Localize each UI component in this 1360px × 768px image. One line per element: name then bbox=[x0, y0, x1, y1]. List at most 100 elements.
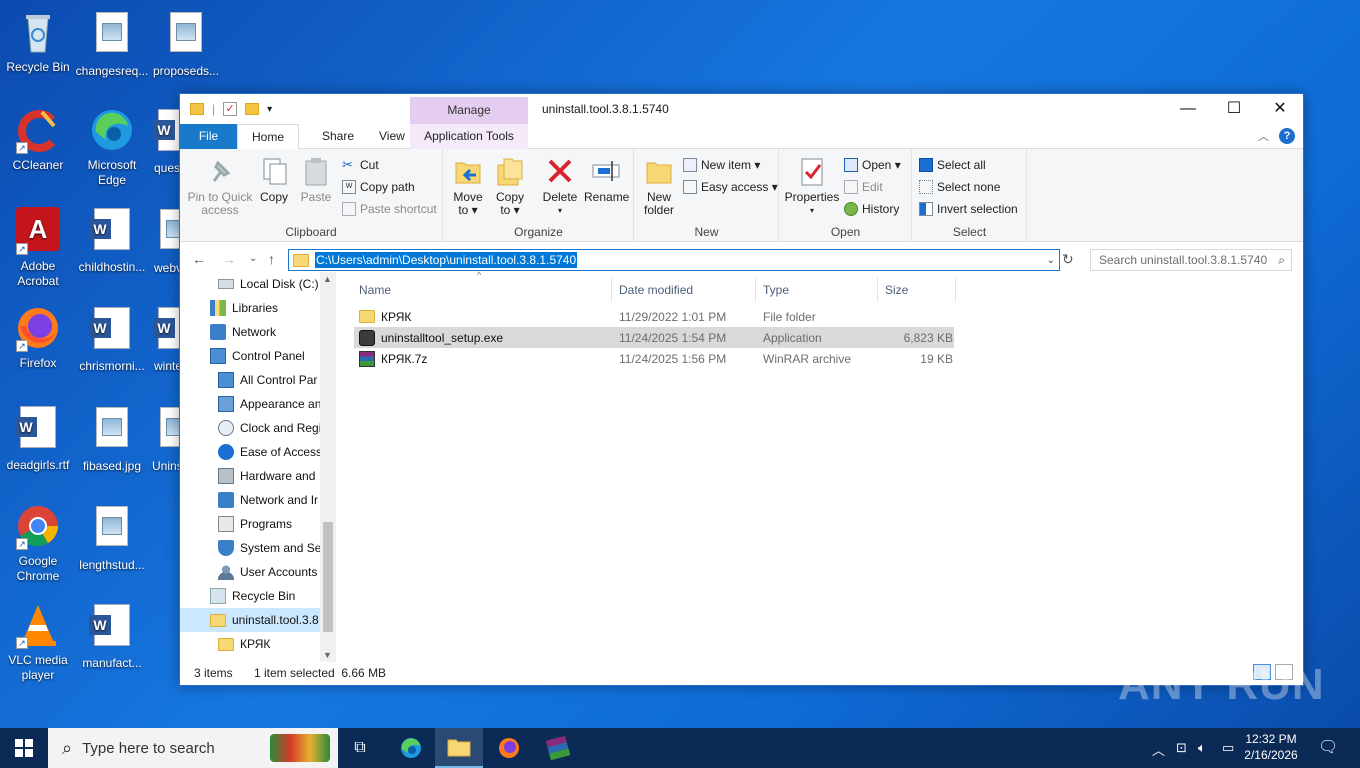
properties-check-icon[interactable]: ✓ bbox=[223, 102, 238, 116]
easy-access-button[interactable]: Easy access ▾ bbox=[683, 177, 778, 197]
back-arrow-icon[interactable]: ← bbox=[192, 251, 206, 267]
desktop-icon-acrobat[interactable]: A ↗ Adobe Acrobat bbox=[0, 205, 76, 289]
file-row[interactable]: uninstalltool_setup.exe 11/24/2025 1:54 … bbox=[354, 327, 954, 348]
nav-item-all-control-panel[interactable]: All Control Par bbox=[180, 368, 336, 392]
scroll-up-icon[interactable]: ▲ bbox=[323, 274, 332, 284]
folder-icon[interactable] bbox=[190, 103, 204, 115]
nav-item-user-accounts[interactable]: User Accounts bbox=[180, 560, 336, 584]
search-input[interactable]: Search uninstall.tool.3.8.1.5740 ⌕ bbox=[1090, 249, 1292, 271]
move-to-button[interactable]: Move to ▾ bbox=[448, 155, 488, 217]
desktop-icon-deadgirls[interactable]: W deadgirls.rtf bbox=[0, 403, 76, 473]
new-item-button[interactable]: New item ▾ bbox=[683, 155, 760, 175]
desktop-icon-vlc[interactable]: ↗ VLC media player bbox=[0, 601, 76, 683]
column-header-size[interactable]: Size bbox=[878, 278, 956, 302]
paste-shortcut-button[interactable]: Paste shortcut bbox=[342, 199, 437, 219]
desktop-icon-lengthstud[interactable]: lengthstud... bbox=[74, 502, 150, 573]
chevron-down-icon[interactable]: ⌄ bbox=[1047, 255, 1055, 266]
desktop-icon-recycle-bin[interactable]: Recycle Bin bbox=[0, 8, 76, 75]
address-path[interactable]: C:\Users\admin\Desktop\uninstall.tool.3.… bbox=[315, 252, 578, 268]
notifications-icon[interactable]: 🗨︎ bbox=[1318, 737, 1338, 757]
desktop-icon-manufact[interactable]: W manufact... bbox=[74, 601, 150, 671]
tab-home[interactable]: Home bbox=[237, 124, 300, 150]
show-hidden-icons[interactable]: ︿ bbox=[1152, 740, 1165, 759]
manage-contextual-tab[interactable]: Manage bbox=[410, 97, 528, 124]
minimize-button[interactable]: — bbox=[1165, 94, 1211, 124]
open-button[interactable]: Open ▾ bbox=[844, 155, 901, 175]
desktop-icon-changesreq[interactable]: changesreq... bbox=[74, 8, 150, 79]
desktop-icon-chrome[interactable]: ↗ Google Chrome bbox=[0, 502, 76, 584]
nav-item-kryak[interactable]: КРЯК bbox=[180, 632, 336, 656]
copy-button[interactable]: Copy bbox=[254, 155, 294, 204]
nav-item-ease-of-access[interactable]: Ease of Access bbox=[180, 440, 336, 464]
copy-to-button[interactable]: Copy to ▾ bbox=[490, 155, 530, 217]
invert-selection-button[interactable]: Invert selection bbox=[919, 199, 1018, 219]
desktop-icon-winte[interactable]: W winte bbox=[148, 304, 180, 374]
properties-button[interactable]: Properties ▾ bbox=[784, 155, 840, 217]
help-icon[interactable]: ? bbox=[1279, 128, 1295, 144]
taskbar-firefox[interactable] bbox=[485, 728, 533, 768]
desktop-icon-unins[interactable]: Unins bbox=[148, 403, 180, 474]
forward-arrow-icon[interactable]: → bbox=[222, 251, 236, 267]
collapse-ribbon-icon[interactable]: ︿ bbox=[1258, 128, 1269, 144]
nav-item-programs[interactable]: Programs bbox=[180, 512, 336, 536]
network-status-icon[interactable]: ⊡ bbox=[1176, 740, 1187, 756]
desktop-icon-webv[interactable]: webv bbox=[148, 205, 180, 276]
delete-button[interactable]: Delete ▾ bbox=[540, 155, 580, 217]
scroll-thumb[interactable] bbox=[323, 522, 333, 632]
copy-path-button[interactable]: W Copy path bbox=[342, 177, 415, 197]
tab-file[interactable]: File bbox=[180, 124, 237, 149]
tab-share[interactable]: Share bbox=[308, 124, 368, 149]
maximize-button[interactable]: ☐ bbox=[1211, 94, 1257, 124]
nav-item-network-internet[interactable]: Network and Ir bbox=[180, 488, 336, 512]
up-arrow-icon[interactable]: ↑ bbox=[268, 251, 275, 267]
nav-item-system-security[interactable]: System and Se bbox=[180, 536, 336, 560]
column-header-name[interactable]: Name bbox=[352, 278, 612, 302]
taskbar-winrar[interactable] bbox=[534, 728, 582, 768]
nav-item-control-panel[interactable]: Control Panel bbox=[180, 344, 336, 368]
nav-item-appearance[interactable]: Appearance an bbox=[180, 392, 336, 416]
address-bar[interactable]: C:\Users\admin\Desktop\uninstall.tool.3.… bbox=[288, 249, 1060, 271]
paste-button[interactable]: Paste bbox=[296, 155, 336, 204]
task-view-button[interactable]: ⧉ bbox=[336, 728, 384, 768]
volume-icon[interactable]: 🔈︎ bbox=[1198, 740, 1206, 756]
nav-item-hardware[interactable]: Hardware and bbox=[180, 464, 336, 488]
edit-button[interactable]: Edit bbox=[844, 177, 883, 197]
select-all-button[interactable]: Select all bbox=[919, 155, 986, 175]
nav-scrollbar[interactable]: ▲ ▼ bbox=[320, 272, 336, 662]
desktop-icon-chrismorni[interactable]: W chrismorni... bbox=[74, 304, 150, 374]
close-button[interactable]: ✕ bbox=[1257, 94, 1303, 124]
nav-item-network[interactable]: Network bbox=[180, 320, 336, 344]
taskbar-edge[interactable] bbox=[387, 728, 435, 768]
desktop-icon-ques[interactable]: W ques bbox=[148, 106, 180, 176]
pin-to-quick-access-button[interactable]: Pin to Quick access bbox=[186, 155, 254, 217]
file-row[interactable]: КРЯК 11/29/2022 1:01 PM File folder bbox=[354, 306, 954, 327]
new-folder-button[interactable]: New folder bbox=[639, 155, 679, 217]
desktop-icon-proposeds[interactable]: proposeds... bbox=[148, 8, 224, 79]
desktop-icon-edge[interactable]: Microsoft Edge bbox=[74, 106, 150, 188]
nav-item-local-disk[interactable]: Local Disk (C:) bbox=[180, 272, 336, 296]
file-row[interactable]: КРЯК.7z 11/24/2025 1:56 PM WinRAR archiv… bbox=[354, 348, 954, 369]
nav-item-libraries[interactable]: Libraries bbox=[180, 296, 336, 320]
nav-item-recycle-bin[interactable]: Recycle Bin bbox=[180, 584, 336, 608]
desktop-icon-ccleaner[interactable]: ↗ CCleaner bbox=[0, 106, 76, 173]
scroll-down-icon[interactable]: ▼ bbox=[323, 650, 332, 660]
select-none-button[interactable]: Select none bbox=[919, 177, 1000, 197]
cut-button[interactable]: ✂ Cut bbox=[342, 155, 379, 175]
taskbar-clock[interactable]: 12:32 PM 2/16/2026 bbox=[1240, 731, 1302, 763]
column-header-type[interactable]: Type bbox=[756, 278, 878, 302]
taskbar-search-box[interactable]: ⌕ Type here to search bbox=[48, 728, 338, 768]
column-header-date[interactable]: Date modified bbox=[612, 278, 756, 302]
desktop-icon-firefox[interactable]: ↗ Firefox bbox=[0, 304, 76, 371]
history-button[interactable]: History bbox=[844, 199, 899, 219]
new-folder-icon[interactable] bbox=[245, 103, 260, 115]
taskbar-file-explorer[interactable] bbox=[435, 728, 483, 768]
desktop-icon-fibased[interactable]: fibased.jpg bbox=[74, 403, 150, 474]
start-button[interactable] bbox=[0, 728, 48, 768]
recent-locations-icon[interactable]: ⌄ bbox=[249, 253, 257, 264]
rename-button[interactable]: Rename bbox=[584, 155, 629, 204]
desktop-icon-childhostin[interactable]: W childhostin... bbox=[74, 205, 150, 275]
customize-qat-icon[interactable]: ▾ bbox=[267, 104, 272, 115]
tab-application-tools[interactable]: Application Tools bbox=[410, 124, 528, 149]
nav-item-clock[interactable]: Clock and Regi bbox=[180, 416, 336, 440]
refresh-icon[interactable]: ↻ bbox=[1062, 251, 1074, 268]
